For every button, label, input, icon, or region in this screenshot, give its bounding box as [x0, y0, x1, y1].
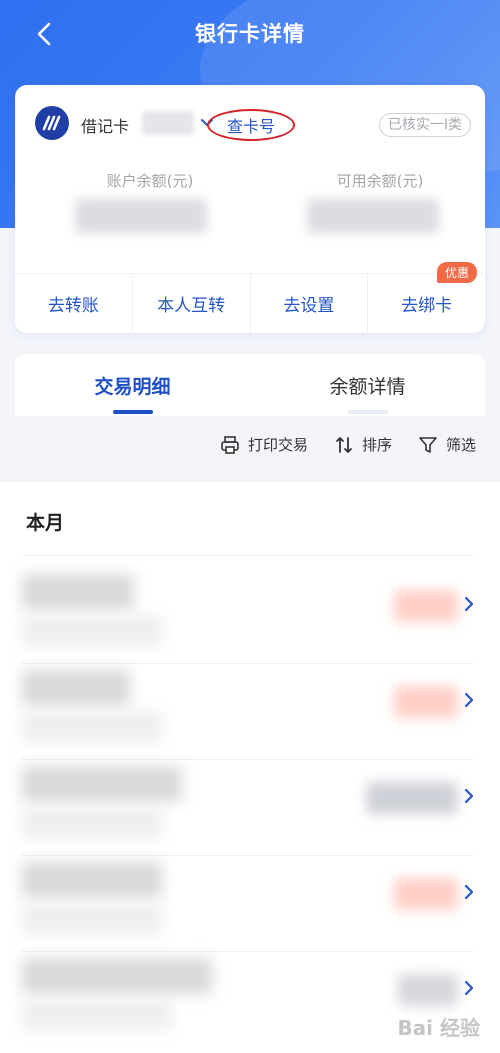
chevron-right-icon: [464, 884, 474, 900]
transaction-row[interactable]: [0, 760, 500, 856]
transaction-title-masked: [22, 958, 212, 994]
chevron-right-icon: [464, 788, 474, 804]
transaction-row[interactable]: [0, 664, 500, 760]
bind-card-button-label: 去绑卡: [401, 296, 453, 316]
chevron-right-icon: [464, 692, 474, 708]
filter-icon: [419, 436, 437, 453]
transaction-row[interactable]: [0, 856, 500, 952]
tab-inactive-indicator: [347, 410, 388, 414]
transaction-amount-masked: [394, 878, 458, 910]
transaction-row[interactable]: [0, 568, 500, 664]
transaction-title-masked: [22, 766, 182, 802]
transaction-amount-masked: [398, 974, 458, 1006]
print-transactions-button[interactable]: 打印交易: [220, 434, 308, 455]
transaction-list: 本月 Bai 经验: [0, 482, 500, 1053]
transaction-date-masked: [22, 712, 162, 742]
bank-card-panel: 借记卡 查卡号 已核实一I类 账户余额(元) 可用余额(元) 去转账 本人互转 …: [15, 85, 485, 333]
transaction-amount-masked: [394, 590, 458, 622]
transfer-button-label: 去转账: [47, 296, 99, 316]
sort-icon: [336, 436, 352, 453]
bind-card-button[interactable]: 去绑卡 优惠: [367, 262, 485, 333]
tab-active-indicator: [112, 410, 153, 414]
transaction-amount-masked: [394, 686, 458, 718]
verification-badge: 已核实一I类: [378, 113, 471, 137]
self-transfer-button[interactable]: 本人互转: [131, 274, 250, 333]
bank-logo-icon: [35, 106, 69, 140]
transaction-title-masked: [22, 574, 134, 610]
transaction-date-masked: [22, 1000, 172, 1030]
chevron-right-icon: [464, 596, 474, 612]
tab-balance-details[interactable]: 余额详情: [250, 354, 485, 416]
tab-transactions[interactable]: 交易明细: [15, 354, 250, 416]
settings-button-label: 去设置: [283, 296, 335, 316]
print-transactions-label: 打印交易: [247, 436, 308, 454]
transaction-date-masked: [22, 808, 162, 838]
printer-icon: [221, 435, 239, 454]
transaction-title-masked: [22, 670, 130, 706]
promo-badge: 优惠: [436, 262, 477, 283]
transaction-toolbar: 打印交易 排序 筛选: [220, 434, 476, 455]
transaction-date-masked: [22, 616, 162, 646]
section-divider: [22, 555, 474, 556]
view-card-number-link[interactable]: 查卡号: [207, 109, 295, 141]
card-type-label: 借记卡: [81, 117, 130, 136]
card-actions: 去转账 本人互转 去设置 去绑卡 优惠: [15, 262, 485, 333]
chevron-right-icon: [464, 980, 474, 996]
month-header: 本月: [26, 512, 65, 534]
filter-button[interactable]: 筛选: [418, 434, 476, 455]
watermark: Bai 经验: [397, 1016, 480, 1040]
filter-label: 筛选: [445, 436, 476, 454]
settings-button[interactable]: 去设置: [249, 274, 368, 333]
page-title: 银行卡详情: [195, 22, 305, 46]
detail-tabs: 交易明细 余额详情: [15, 354, 485, 416]
transaction-title-masked: [22, 862, 162, 898]
sort-button[interactable]: 排序: [334, 434, 392, 455]
transfer-button[interactable]: 去转账: [15, 274, 132, 333]
account-balance-value: [75, 199, 207, 233]
account-balance-label: 账户余额(元): [106, 172, 194, 190]
available-balance-label: 可用余额(元): [336, 172, 424, 190]
tab-transactions-label: 交易明细: [94, 375, 171, 398]
available-balance-value: [307, 199, 439, 233]
transaction-amount-masked: [366, 782, 458, 814]
self-transfer-button-label: 本人互转: [157, 296, 226, 316]
sort-label: 排序: [361, 436, 392, 454]
tab-balance-details-label: 余额详情: [329, 375, 406, 398]
transaction-date-masked: [22, 904, 162, 934]
card-number-masked: [142, 111, 194, 135]
